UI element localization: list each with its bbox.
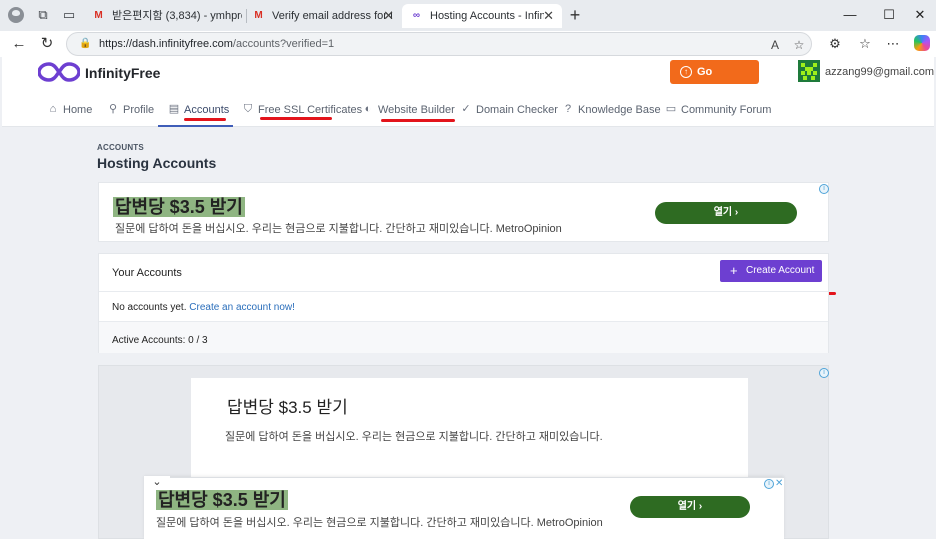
accounts-empty-row: No accounts yet. Create an account now! <box>99 292 828 322</box>
nav-label: Free SSL Certificates <box>258 104 363 116</box>
ad-title: 답변당 $3.5 받기 <box>156 490 288 510</box>
nav-community-forum[interactable]: ▭ Community Forum <box>665 103 772 121</box>
gmail-icon: M <box>254 10 263 21</box>
profile-icon[interactable] <box>8 7 24 23</box>
breadcrumb: ACCOUNTS <box>97 143 144 152</box>
nav-label: Community Forum <box>681 104 772 116</box>
ad-subtitle: 질문에 답하여 돈을 버십시오. 우리는 현금으로 지불합니다. 간단하고 재미… <box>225 431 603 443</box>
ad-open-button[interactable]: 열기 › <box>655 202 797 224</box>
user-icon: ⚲ <box>108 103 118 115</box>
tab-label: Verify email address for InfinityFre <box>272 10 392 22</box>
page-content: InfinityFree ↑ Go Premium azzang99@gmail… <box>2 57 934 539</box>
plus-icon: + <box>730 263 738 278</box>
extensions-icon[interactable]: ⚙ <box>826 35 844 53</box>
infinityfree-icon: ∞ <box>412 10 421 21</box>
check-circle-icon: ✓ <box>461 103 471 115</box>
active-nav-indicator <box>158 125 233 127</box>
nav-label: Website Builder <box>378 104 455 116</box>
tab-label: Hosting Accounts - InfinityFree <box>430 10 544 22</box>
gmail-icon: M <box>94 10 103 21</box>
home-icon: ⌂ <box>49 103 57 115</box>
tab-label: 받은편지함 (3,834) - ymhproenat <box>112 10 242 22</box>
copilot-icon[interactable] <box>914 35 930 51</box>
ad-open-button[interactable]: 열기 › <box>630 496 750 518</box>
main-nav: ⌂ Home ⚲ Profile ▤ Accounts ⛉ Free SSL C… <box>2 97 934 127</box>
go-premium-button[interactable]: ↑ Go Premium <box>670 60 759 102</box>
lock-icon: 🔒 <box>79 38 92 49</box>
create-account-label: Create Account <box>746 265 815 276</box>
nav-domain-checker[interactable]: ✓ Domain Checker <box>460 103 558 121</box>
close-window-button[interactable]: ✕ <box>910 6 930 24</box>
nav-label: Domain Checker <box>476 104 558 116</box>
ad-info-icon[interactable]: i <box>819 368 829 378</box>
workspaces-icon[interactable]: ⧉ <box>34 7 52 23</box>
tab-hosting-accounts[interactable]: ∞ Hosting Accounts - InfinityFree ✕ <box>402 4 562 28</box>
ad-title: 답변당 $3.5 받기 <box>113 197 245 217</box>
accounts-footer: Active Accounts: 0 / 3 <box>99 322 828 353</box>
nav-home[interactable]: ⌂ Home <box>47 103 93 121</box>
address-toolbar: ← ↻ 🔒 https://dash.infinityfree.com/acco… <box>0 31 936 57</box>
tab-gmail-inbox[interactable]: M 받은편지함 (3,834) - ymhproenat <box>84 4 246 28</box>
minimize-button[interactable]: — <box>840 6 860 24</box>
favorites-icon[interactable]: ☆ <box>856 35 874 53</box>
tab-actions-icon[interactable]: ▭ <box>60 7 78 23</box>
accounts-card-header: Your Accounts + Create Account <box>99 254 828 292</box>
nav-label: Accounts <box>184 104 230 116</box>
site-header: InfinityFree ↑ Go Premium azzang99@gmail… <box>2 57 934 127</box>
help-icon: ? <box>564 103 572 115</box>
annotation-underline-ssl <box>260 117 332 120</box>
back-icon[interactable]: ← <box>10 35 28 53</box>
ad-subtitle: 질문에 답하여 돈을 버십시오. 우리는 현금으로 지불합니다. 간단하고 재미… <box>115 223 562 235</box>
chat-icon: ▭ <box>665 103 677 115</box>
user-email[interactable]: azzang99@gmail.com <box>825 66 934 78</box>
create-account-button[interactable]: + Create Account <box>720 260 822 282</box>
nav-knowledge-base[interactable]: ? Knowledge Base <box>562 103 661 121</box>
empty-state-text: No accounts yet. Create an account now! <box>112 302 295 313</box>
nav-label: Knowledge Base <box>578 104 661 116</box>
palette-icon: ◐ <box>364 103 372 115</box>
close-tab-icon[interactable]: ✕ <box>543 4 554 28</box>
nav-label: Home <box>63 104 93 116</box>
logo-text[interactable]: InfinityFree <box>85 65 160 81</box>
annotation-underline-accounts <box>184 118 226 121</box>
nav-profile[interactable]: ⚲ Profile <box>107 103 154 121</box>
url-bar[interactable]: 🔒 https://dash.infinityfree.com/accounts… <box>66 32 812 56</box>
infinityfree-logo-icon[interactable] <box>38 61 80 83</box>
maximize-button[interactable]: ☐ <box>879 6 899 24</box>
server-icon: ▤ <box>168 103 180 115</box>
new-tab-button[interactable]: + <box>566 6 584 24</box>
ad-banner-bottom[interactable]: 답변당 $3.5 받기 질문에 답하여 돈을 버십시오. 우리는 현금으로 지불… <box>144 477 784 539</box>
favorite-star-icon[interactable]: ☆ <box>791 37 807 53</box>
arrow-up-circle-icon: ↑ <box>680 66 692 78</box>
annotation-underline-builder <box>381 119 455 122</box>
create-account-link[interactable]: Create an account now! <box>189 302 295 313</box>
ad-subtitle: 질문에 답하여 돈을 버십시오. 우리는 현금으로 지불합니다. 간단하고 재미… <box>156 517 603 529</box>
active-accounts-count: Active Accounts: 0 / 3 <box>112 335 208 346</box>
avatar[interactable] <box>798 60 820 82</box>
accounts-card: Your Accounts + Create Account No accoun… <box>98 253 829 353</box>
ad-banner-top[interactable]: 답변당 $3.5 받기 질문에 답하여 돈을 버십시오. 우리는 현금으로 지불… <box>98 182 829 242</box>
refresh-icon[interactable]: ↻ <box>38 35 56 53</box>
page-title: Hosting Accounts <box>97 155 217 171</box>
accounts-card-title: Your Accounts <box>112 267 182 279</box>
collections-icon[interactable]: ⋯ <box>884 35 902 53</box>
browser-tab-bar: ⧉ ▭ M 받은편지함 (3,834) - ymhproenat M Verif… <box>0 0 936 31</box>
tab-gmail-verify[interactable]: M Verify email address for InfinityFre ✕ <box>244 4 402 28</box>
chevron-down-icon[interactable]: ⌄ <box>144 476 170 490</box>
read-aloud-icon[interactable]: A <box>767 37 783 53</box>
url-text: https://dash.infinityfree.com/accounts?v… <box>99 38 335 50</box>
close-tab-icon[interactable]: ✕ <box>383 4 394 28</box>
shield-icon: ⛉ <box>243 103 253 115</box>
ad-close-icon[interactable]: ✕ <box>775 478 783 489</box>
ad-title: 답변당 $3.5 받기 <box>227 398 348 417</box>
ad-info-icon[interactable]: i <box>819 184 829 194</box>
nav-label: Profile <box>123 104 155 116</box>
ad-info-icon[interactable]: i <box>764 479 774 489</box>
